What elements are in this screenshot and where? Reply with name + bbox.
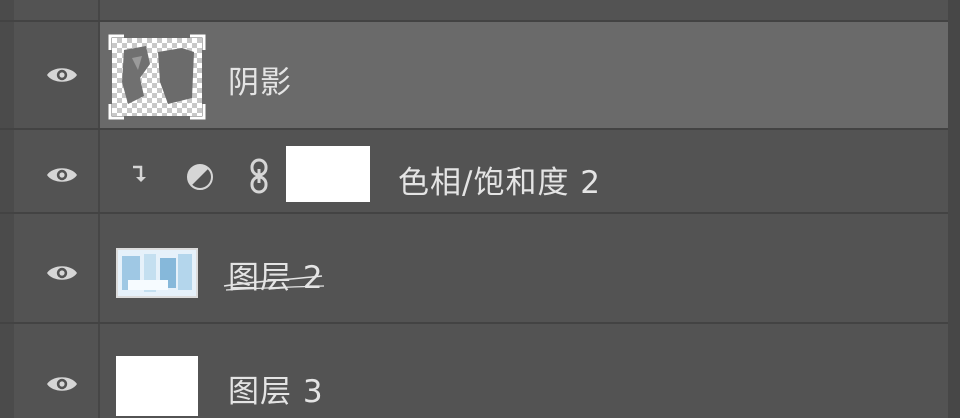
visibility-column: [0, 22, 100, 128]
clipping-mask-arrow-icon: [133, 165, 146, 182]
link-chain-icon[interactable]: [248, 158, 270, 194]
layer-thumbnail[interactable]: [116, 248, 198, 298]
layer-row-hue-saturation[interactable]: 色相/饱和度 2: [0, 130, 948, 214]
layer-row-content[interactable]: 色相/饱和度 2: [100, 130, 948, 212]
eye-icon[interactable]: [46, 65, 78, 85]
visibility-column: [0, 214, 100, 322]
visibility-column: [0, 130, 100, 212]
layer-row-layer-2[interactable]: 图层 2: [0, 214, 948, 324]
eye-icon[interactable]: [46, 374, 78, 394]
layer-thumbnail[interactable]: [108, 34, 206, 120]
panel-scrollbar-track[interactable]: [948, 0, 960, 418]
visibility-column: [0, 324, 100, 418]
handwritten-underline: [223, 275, 325, 291]
layer-row-partial[interactable]: [0, 0, 948, 22]
layers-panel: 阴影 色相/饱和度 2 图层 2 图层 3: [0, 0, 960, 418]
layer-row-content[interactable]: 图层 3: [100, 324, 948, 418]
adjustment-layer-icon[interactable]: [186, 163, 214, 191]
image-preview: [118, 250, 196, 296]
layer-name[interactable]: 色相/饱和度 2: [398, 157, 601, 202]
visibility-column: [0, 0, 100, 20]
layer-thumbnail[interactable]: [116, 356, 198, 416]
layer-row-shadow[interactable]: 阴影: [0, 22, 948, 130]
selection-corners: [108, 34, 206, 120]
layer-name[interactable]: 图层 3: [228, 366, 324, 411]
layer-name[interactable]: 阴影: [228, 57, 292, 102]
eye-icon[interactable]: [46, 165, 78, 185]
layer-row-content[interactable]: [100, 0, 948, 20]
eye-icon[interactable]: [46, 263, 78, 283]
layer-mask-thumbnail[interactable]: [286, 146, 370, 202]
layer-row-layer-3[interactable]: 图层 3: [0, 324, 948, 418]
layer-row-content[interactable]: 阴影: [100, 22, 948, 128]
